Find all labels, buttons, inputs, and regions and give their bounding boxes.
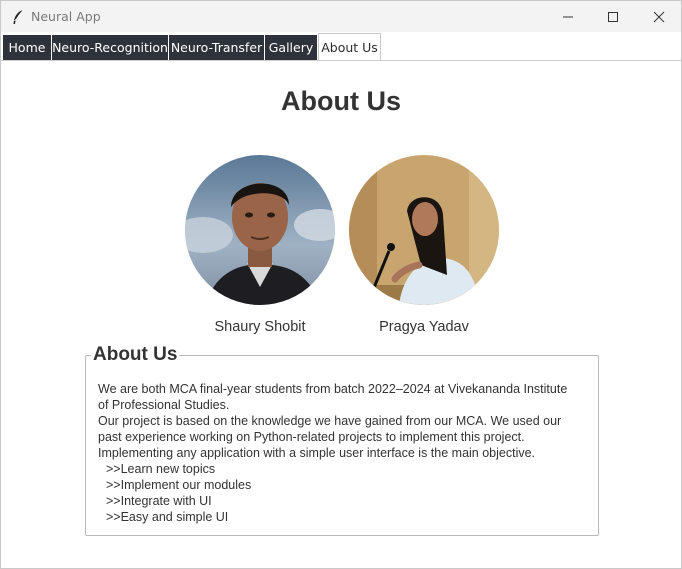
member-name: Pragya Yadav (379, 319, 469, 335)
tab-divider (1, 60, 681, 61)
minimize-icon (563, 16, 573, 18)
window-title: Neural App (31, 9, 101, 24)
maximize-button[interactable] (590, 1, 636, 32)
about-line: Our project is based on the knowledge we… (98, 414, 562, 428)
tab-bar: Home Neuro-Recognition Neuro-Transfer Ga… (1, 32, 681, 61)
tab-gallery[interactable]: Gallery (265, 35, 317, 60)
objective-item: >>Easy and simple UI (106, 510, 229, 524)
objective-item: >>Implement our modules (106, 478, 252, 492)
objective-item: >>Integrate with UI (106, 494, 212, 508)
about-line: Implementing any application with a simp… (98, 446, 536, 460)
tab-neuro-recognition[interactable]: Neuro-Recognition (52, 35, 168, 60)
about-line: of Professional Studies. (98, 398, 230, 412)
objective-item: >>Learn new topics (106, 462, 216, 476)
about-line: past experience working on Python-relate… (98, 430, 525, 444)
app-window: Neural App Home Neuro-Recognition Neuro-… (0, 0, 682, 569)
avatar-pragya-yadav (349, 155, 499, 305)
avatar-shaury-shobit (185, 155, 335, 305)
tab-about-us[interactable]: About Us (318, 33, 381, 61)
member-name: Shaury Shobit (214, 319, 306, 335)
close-button[interactable] (636, 1, 682, 32)
tab-neuro-transfer[interactable]: Neuro-Transfer (169, 35, 264, 60)
page-title: About Us (281, 86, 401, 116)
close-icon (653, 11, 665, 23)
about-text: We are both MCA final-year students from… (98, 381, 592, 525)
about-section-heading: About Us (91, 344, 180, 366)
maximize-icon (608, 12, 618, 22)
minimize-button[interactable] (545, 1, 591, 32)
tab-home[interactable]: Home (3, 35, 51, 60)
title-bar[interactable]: Neural App (1, 1, 681, 32)
about-line: We are both MCA final-year students from… (98, 382, 568, 396)
feather-icon (11, 9, 25, 25)
